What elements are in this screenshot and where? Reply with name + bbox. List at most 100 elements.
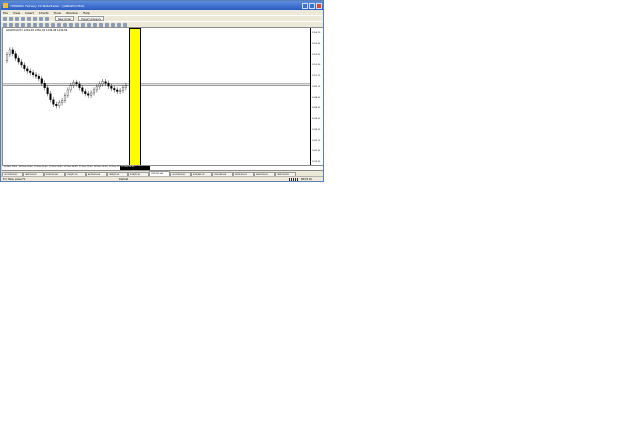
candle-body [26,68,29,72]
candle-body [66,89,69,96]
menu-charts[interactable]: Charts [39,11,49,15]
connection-indicator-icon [289,178,298,181]
menu-insert[interactable]: Insert [25,11,34,15]
minimize-button[interactable] [302,2,308,9]
candle-body [87,93,90,96]
price-tick-label: 1249.70 [312,85,321,88]
status-help-text: For Help, press F1 [3,178,26,181]
status-bar: For Help, press F1 Default 803/3 kb [1,176,323,181]
time-tick-label: 13 Dec 09:00 [49,166,63,168]
candle-body [29,70,32,73]
candlestick-plot [3,47,313,109]
candle-body [14,53,17,59]
time-tick-label: 28 Dec 09:00 [19,166,33,168]
market-watch-icon[interactable] [15,16,19,21]
candle-body [46,87,49,94]
profiles-icon[interactable] [9,16,13,21]
text-icon[interactable] [45,22,49,27]
line-chart-icon[interactable] [75,22,79,27]
selected-time-label: 22 Dec 03:00 [121,166,135,168]
candle-body [17,58,20,63]
tester-icon[interactable] [39,16,43,21]
indicators-icon[interactable] [111,22,115,27]
arrow-icon[interactable] [57,22,61,27]
crosshair-icon[interactable] [9,22,13,27]
price-tick-label: 1242.70 [312,139,321,142]
periods-icon[interactable] [117,22,121,27]
candle-body [5,54,9,61]
candle-body [81,87,84,92]
trendline-icon[interactable] [27,22,31,27]
status-profile: Default [119,178,129,181]
candle-chart-icon[interactable] [69,22,73,27]
label-icon[interactable] [51,22,55,27]
menu-file[interactable]: File [3,11,8,15]
horizontal-line-icon[interactable] [21,22,25,27]
tile-windows-icon[interactable] [93,22,97,27]
autoscroll-icon[interactable] [99,22,103,27]
candle-body [34,74,38,77]
bar-chart-icon[interactable] [63,22,67,27]
data-window-icon[interactable] [21,16,25,21]
status-connection: 803/3 kb [301,178,313,181]
price-tick-label: 1239.90 [312,161,321,163]
close-button[interactable] [316,2,322,9]
candle-body [11,49,14,54]
cursor-icon[interactable] [3,22,7,27]
candle-body [58,102,61,106]
highlight-region [129,28,141,165]
candle-body [95,86,98,91]
templates-icon[interactable] [123,22,127,27]
terminal-icon[interactable] [33,16,37,21]
chart-shift-icon[interactable] [105,22,109,27]
price-tick-label: 1251.10 [312,75,321,77]
app-icon [3,3,8,8]
price-axis: 1256.70 1255.30 1253.90 1252.50 1251.10 1249.… [310,28,323,165]
candle-body [8,49,11,55]
price-tick-label: 1246.90 [312,107,321,110]
candle-body [61,100,64,103]
zoom-out-icon[interactable] [87,22,91,27]
channel-icon[interactable] [33,22,37,27]
candle-body [75,82,78,85]
candle-body [116,89,119,92]
candle-body [78,83,81,88]
candle-body [92,89,96,94]
candle-body [104,81,107,84]
candle-body [101,81,104,85]
navigator-icon[interactable] [27,16,31,21]
price-tick-label: 1241.30 [312,150,321,153]
candle-body [37,76,40,79]
fibonacci-icon[interactable] [39,22,43,27]
candle-body [49,93,52,100]
candle-body [121,87,125,91]
candle-body [124,85,127,88]
candle-body [52,99,55,105]
zoom-in-icon[interactable] [81,22,85,27]
menu-view[interactable]: View [13,11,20,15]
candle-body [63,95,67,101]
price-tick-label: 1245.50 [312,118,321,120]
window-title: 7080000: Fairway Int MetaTrader - [GBLWC… [10,3,85,8]
menu-window[interactable]: Window [66,11,78,15]
candle-body [20,61,23,66]
metaeditor-icon[interactable] [45,16,49,21]
candle-body [107,82,110,87]
maximize-button[interactable] [309,2,315,9]
price-chart[interactable]: GOLDM10,H1 1249.48 1250.39 1249.48 1249.… [2,27,323,166]
time-tick-label: 13 Dec 09:00 [34,166,48,168]
candle-body [90,92,93,96]
price-tick-label: 1255.30 [312,42,321,45]
price-tick-label: 1252.50 [312,64,321,67]
menu-tools[interactable]: Tools [54,11,61,15]
new-chart-icon[interactable] [3,16,7,21]
time-tick-label: 17 Dec 11:00 [79,166,93,168]
candle-body [32,72,35,75]
price-tick-label: 1248.30 [312,96,321,99]
menu-help[interactable]: Help [83,11,90,15]
candle-body [113,88,116,91]
time-tick-label: 18 Dec 15:00 [94,166,108,168]
candle-body [55,104,58,106]
price-tick-label: 1253.90 [312,53,321,56]
vertical-line-icon[interactable] [15,22,19,27]
